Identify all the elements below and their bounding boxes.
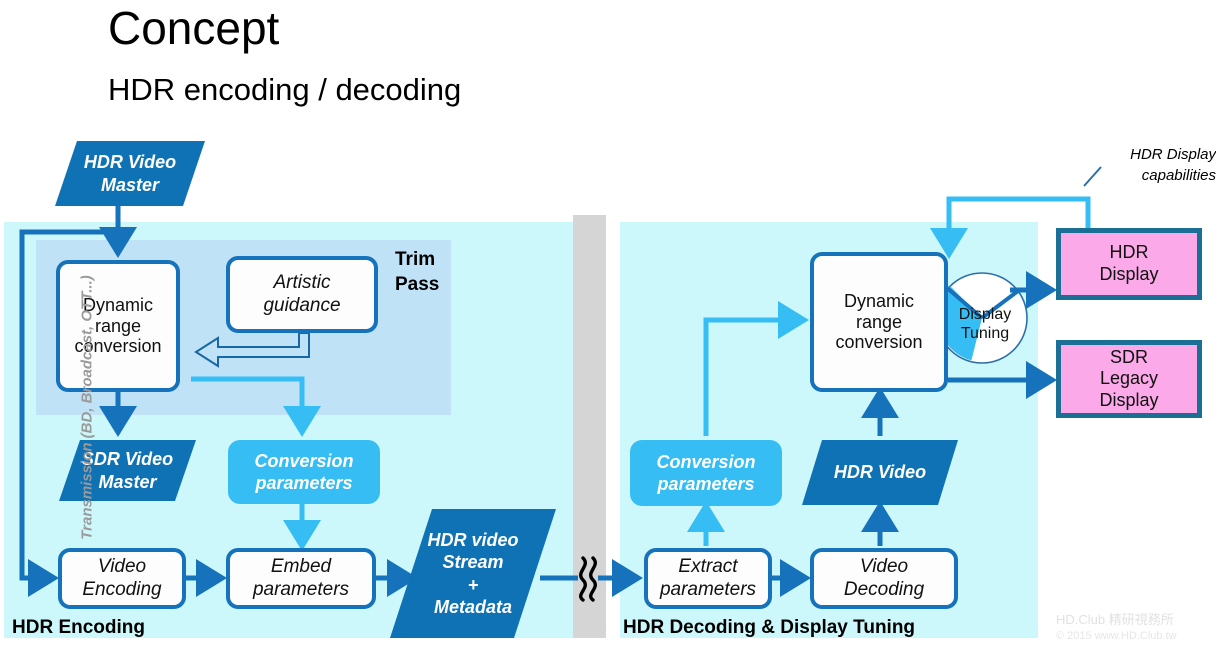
sdr-display-line2: Legacy: [1099, 368, 1159, 389]
conv-params-dec-line2: parameters: [657, 474, 755, 494]
dynamic-range-conversion-encoder[interactable]: Dynamic range conversion: [56, 260, 180, 392]
hdr-video-master-label: HDR Video Master: [55, 141, 205, 206]
decoding-panel-caption: HDR Decoding & Display Tuning: [623, 617, 916, 638]
hdr-video-line1: HDR Video: [833, 462, 927, 483]
sdr-display-line1: SDR: [1109, 346, 1148, 367]
hdr-video-label: HDR Video: [802, 440, 958, 505]
watermark-line2: © 2015 www.HD.Club.tw: [1056, 630, 1177, 642]
callout-line1: HDR Display: [1130, 146, 1216, 163]
hdr-video-master-line1: HDR Video: [83, 152, 177, 172]
callout-leader-line: [1083, 166, 1102, 187]
hdr-video-master-line2: Master: [100, 174, 160, 195]
hdr-video-stream-line4: Metadata: [433, 597, 512, 617]
hdr-display-line2: Display: [1099, 264, 1159, 284]
dynamic-range-conversion-decoder[interactable]: Dynamic range conversion: [810, 252, 948, 392]
display-tuning-line1: Display: [958, 306, 1012, 323]
artistic-guidance-line2: guidance: [263, 294, 341, 316]
display-tuning-line2: Tuning: [960, 325, 1010, 342]
conv-params-enc-line2: parameters: [255, 473, 353, 493]
transmission-label: Transmission (BD, Broadcast, OTT...): [78, 275, 96, 540]
embed-parameters-box[interactable]: Embed parameters: [226, 548, 376, 609]
sdr-legacy-display-box[interactable]: SDR Legacy Display: [1056, 340, 1202, 418]
trim-pass-line1: Trim: [395, 249, 436, 270]
sdr-video-master-line2: Master: [98, 471, 157, 492]
hdr-video-stream-line2: Stream: [442, 552, 504, 572]
artistic-guidance-line1: Artistic: [273, 272, 331, 294]
drc-dec-line1: Dynamic: [843, 290, 914, 311]
conversion-parameters-encoder[interactable]: Conversion parameters: [228, 440, 380, 504]
video-encoding-box[interactable]: Video Encoding: [58, 548, 186, 609]
trim-pass-line2: Pass: [395, 274, 440, 295]
video-decoding-box[interactable]: Video Decoding: [810, 548, 958, 609]
artistic-guidance-box[interactable]: Artistic guidance: [226, 256, 378, 333]
sdr-display-line3: Display: [1099, 389, 1159, 410]
drc-dec-line2: range: [855, 311, 903, 332]
conv-params-enc-line1: Conversion: [254, 450, 354, 471]
trim-pass-label: Trim Pass: [395, 247, 455, 297]
display-capabilities-callout: HDR Display capabilities: [1104, 144, 1216, 186]
hdr-display-line1: HDR: [1109, 242, 1149, 263]
extract-parameters-line2: parameters: [659, 578, 757, 600]
hdr-video-stream-line1: HDR video: [427, 529, 519, 550]
conv-params-dec-line1: Conversion: [656, 451, 756, 472]
hdr-video-stream-label: HDR video Stream + Metadata: [390, 509, 556, 638]
page-title: Concept: [108, 2, 280, 54]
embed-parameters-line1: Embed: [270, 556, 332, 578]
display-tuning-label: Display Tuning: [952, 305, 1018, 343]
drc-dec-line3: conversion: [835, 332, 923, 353]
callout-line2: capabilities: [1141, 167, 1216, 184]
video-decoding-line2: Decoding: [843, 578, 925, 600]
extract-parameters-box[interactable]: Extract parameters: [644, 548, 772, 609]
watermark-line1: HD.Club 精研視務所: [1056, 612, 1174, 627]
video-decoding-line1: Video: [859, 556, 909, 578]
watermark: HD.Club 精研視務所 © 2015 www.HD.Club.tw: [1056, 612, 1177, 644]
slide-canvas: Concept HDR encoding / decoding HDR Vide…: [0, 0, 1216, 660]
page-subtitle: HDR encoding / decoding: [108, 72, 462, 107]
hdr-video-stream-line3: +: [467, 574, 479, 595]
extract-parameters-line1: Extract: [678, 556, 738, 578]
encoding-panel-caption: HDR Encoding: [12, 617, 145, 638]
conversion-parameters-decoder[interactable]: Conversion parameters: [630, 440, 782, 506]
hdr-display-box[interactable]: HDR Display: [1056, 228, 1202, 300]
sdr-video-master-line1: SDR Video: [81, 449, 174, 469]
embed-parameters-line2: parameters: [252, 578, 350, 600]
